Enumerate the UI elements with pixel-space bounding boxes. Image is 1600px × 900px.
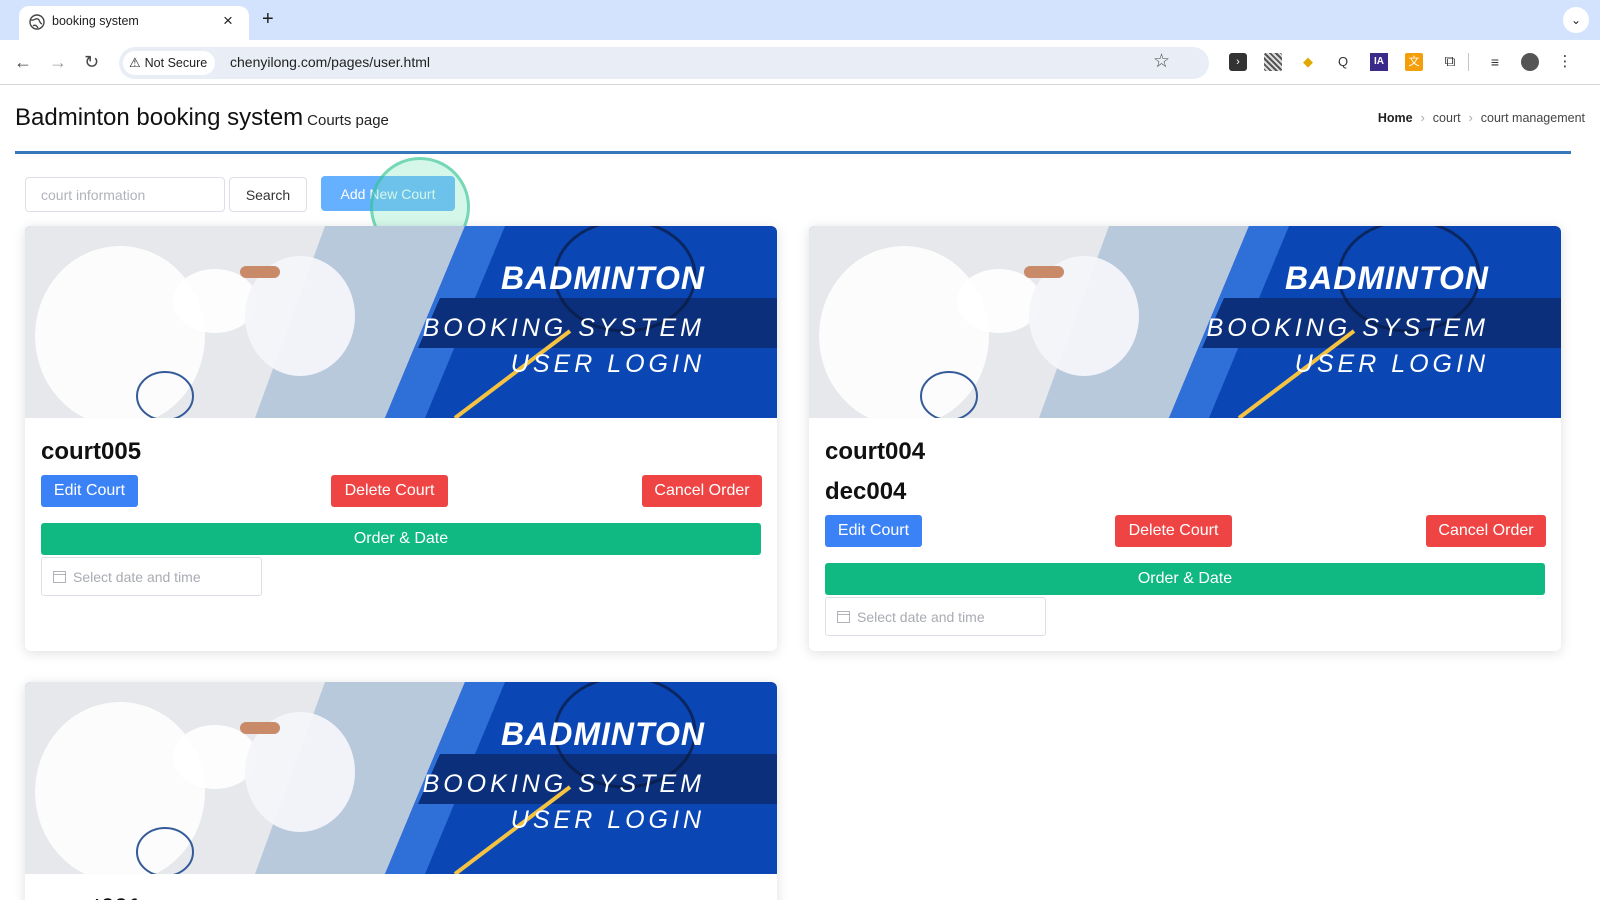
date-time-picker[interactable]: Select date and time xyxy=(825,597,1046,636)
url-text[interactable]: chenyilong.com/pages/user.html xyxy=(230,54,430,70)
date-placeholder: Select date and time xyxy=(857,609,985,625)
banner-title: BADMINTON xyxy=(1285,260,1489,296)
cancel-order-button[interactable]: Cancel Order xyxy=(642,475,762,507)
delete-court-button[interactable]: Delete Court xyxy=(331,475,448,507)
court-name: court004 xyxy=(825,438,926,465)
security-chip[interactable]: ⚠ Not Secure xyxy=(123,51,216,75)
order-date-button[interactable]: Order & Date xyxy=(825,563,1545,595)
toolbar-divider xyxy=(1468,53,1469,71)
search-input[interactable] xyxy=(25,177,225,212)
court-banner-image: BADMINTON BOOKING SYSTEM USER LOGIN xyxy=(25,226,777,418)
breadcrumb-court-management: court management xyxy=(1480,111,1585,125)
page-subtitle: Courts page xyxy=(307,112,389,129)
order-date-button[interactable]: Order & Date xyxy=(41,523,761,555)
banner-subtitle: BOOKING SYSTEM xyxy=(422,770,705,798)
warning-icon: ⚠ xyxy=(129,55,141,70)
edit-court-button[interactable]: Edit Court xyxy=(41,475,138,507)
globe-icon xyxy=(29,14,45,30)
banner-title: BADMINTON xyxy=(501,716,705,752)
browser-tab[interactable]: booking system × xyxy=(19,6,249,40)
reload-icon[interactable]: ↻ xyxy=(84,52,99,72)
date-time-picker[interactable]: Select date and time xyxy=(41,557,262,596)
ia-icon[interactable]: IA xyxy=(1370,53,1388,71)
chevron-right-icon: › xyxy=(1420,111,1425,125)
page-title-text: Badminton booking system xyxy=(15,104,304,131)
court-banner-image: BADMINTON BOOKING SYSTEM USER LOGIN xyxy=(25,682,777,874)
breadcrumb: Home › court › court management xyxy=(1378,111,1585,125)
date-placeholder: Select date and time xyxy=(73,569,201,585)
back-icon[interactable]: ← xyxy=(14,52,32,72)
breadcrumb-court[interactable]: court xyxy=(1433,111,1461,125)
banner-title: BADMINTON xyxy=(501,260,705,296)
search-button[interactable]: Search xyxy=(229,177,307,212)
breadcrumb-home[interactable]: Home xyxy=(1378,111,1413,125)
court-card: BADMINTON BOOKING SYSTEM USER LOGIN cour… xyxy=(25,226,777,651)
tab-close-icon[interactable]: × xyxy=(223,11,233,31)
calendar-icon xyxy=(53,571,66,583)
puzzle-icon[interactable]: ⧉ xyxy=(1441,53,1459,71)
tab-search-icon[interactable]: ⌄ xyxy=(1563,7,1589,33)
calendar-icon xyxy=(837,611,850,623)
q-icon[interactable]: Q xyxy=(1334,53,1352,71)
tab-title: booking system xyxy=(52,14,139,28)
edit-court-button[interactable]: Edit Court xyxy=(825,515,922,547)
page-title: Badminton booking system Courts page xyxy=(15,104,389,132)
new-tab-icon[interactable]: + xyxy=(262,8,274,30)
banner-login-text: USER LOGIN xyxy=(510,350,705,378)
court-description: dec004 xyxy=(825,478,907,505)
court-banner-image: BADMINTON BOOKING SYSTEM USER LOGIN xyxy=(809,226,1561,418)
court-card: BADMINTON BOOKING SYSTEM USER LOGIN cour… xyxy=(25,682,777,900)
menu-icon[interactable]: ⋮ xyxy=(1556,53,1574,71)
reading-list-icon[interactable]: ≡ xyxy=(1486,53,1504,71)
address-bar[interactable]: ⚠ Not Secure chenyilong.com/pages/user.ht… xyxy=(119,47,1209,79)
cancel-order-button[interactable]: Cancel Order xyxy=(1426,515,1546,547)
add-new-court-button[interactable]: Add New Court xyxy=(321,176,455,211)
court-card: BADMINTON BOOKING SYSTEM USER LOGIN cour… xyxy=(809,226,1561,651)
profile-icon[interactable] xyxy=(1521,53,1539,71)
qr-icon[interactable] xyxy=(1264,53,1282,71)
security-label: Not Secure xyxy=(144,56,208,70)
court-name: court001 xyxy=(41,894,141,900)
banner-subtitle: BOOKING SYSTEM xyxy=(422,314,705,342)
bookmark-star-icon[interactable]: ☆ xyxy=(1153,51,1170,73)
banner-login-text: USER LOGIN xyxy=(510,806,705,834)
binoculars-icon[interactable]: ◆ xyxy=(1299,53,1317,71)
forward-icon[interactable]: → xyxy=(49,52,67,72)
browser-tab-strip: booking system × + ⌄ xyxy=(0,0,1600,40)
translate-icon[interactable]: 文 xyxy=(1405,53,1423,71)
banner-login-text: USER LOGIN xyxy=(1294,350,1489,378)
sidekick-icon[interactable]: › xyxy=(1229,53,1247,71)
header-divider xyxy=(15,151,1571,154)
delete-court-button[interactable]: Delete Court xyxy=(1115,515,1232,547)
browser-toolbar: ← → ↻ ⚠ Not Secure chenyilong.com/pages/u… xyxy=(0,40,1600,85)
court-name: court005 xyxy=(41,438,142,465)
banner-subtitle: BOOKING SYSTEM xyxy=(1206,314,1489,342)
chevron-right-icon: › xyxy=(1468,111,1473,125)
